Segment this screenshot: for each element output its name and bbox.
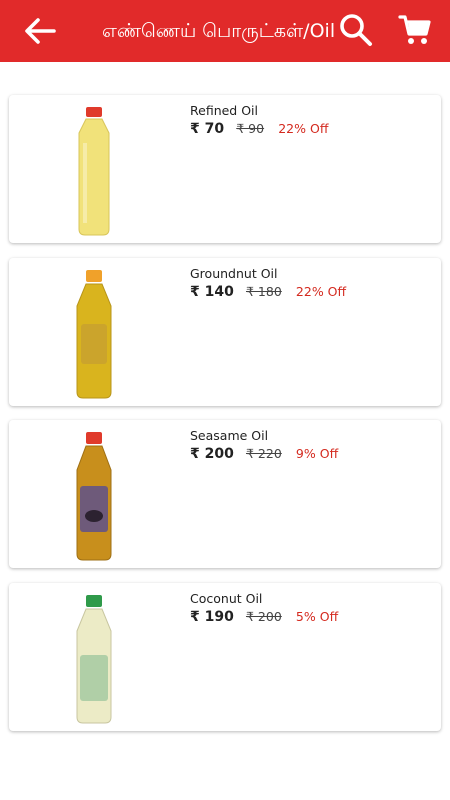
product-card[interactable]: Refined Oil ₹ 70 ₹ 90 22% Off (9, 95, 441, 243)
product-mrp: ₹ 220 (245, 446, 282, 461)
search-icon[interactable] (338, 12, 374, 48)
back-arrow-icon[interactable] (22, 13, 58, 49)
product-card[interactable]: Coconut Oil ₹ 190 ₹ 200 5% Off (9, 583, 441, 731)
product-price: ₹ 190 (190, 609, 234, 625)
page-title: எண்ணெய் பொருட்கள்/Oil (102, 20, 336, 42)
price-row: ₹ 200 ₹ 220 9% Off (190, 446, 338, 462)
discount-label: 22% Off (295, 284, 347, 299)
app-bar: எண்ணெய் பொருட்கள்/Oil (0, 0, 450, 62)
product-name: Refined Oil (190, 103, 258, 118)
product-price: ₹ 70 (190, 121, 225, 137)
product-image (76, 595, 112, 724)
price-row: ₹ 190 ₹ 200 5% Off (190, 609, 338, 625)
discount-label: 22% Off (278, 121, 329, 136)
product-mrp: ₹ 200 (245, 609, 282, 624)
cart-icon[interactable] (398, 13, 432, 47)
product-price: ₹ 200 (190, 446, 234, 462)
product-image (76, 432, 112, 561)
product-mrp: ₹ 180 (245, 284, 282, 299)
price-row: ₹ 70 ₹ 90 22% Off (190, 121, 328, 137)
product-name: Groundnut Oil (190, 266, 278, 281)
product-image (76, 270, 112, 399)
product-card[interactable]: Groundnut Oil ₹ 140 ₹ 180 22% Off (9, 258, 441, 406)
product-mrp: ₹ 90 (236, 121, 265, 136)
product-name: Coconut Oil (190, 591, 263, 606)
product-price: ₹ 140 (190, 284, 234, 300)
product-card[interactable]: Seasame Oil ₹ 200 ₹ 220 9% Off (9, 420, 441, 568)
discount-label: 5% Off (295, 609, 339, 624)
price-row: ₹ 140 ₹ 180 22% Off (190, 284, 346, 300)
product-image (78, 107, 110, 236)
product-name: Seasame Oil (190, 428, 269, 443)
discount-label: 9% Off (295, 446, 339, 461)
